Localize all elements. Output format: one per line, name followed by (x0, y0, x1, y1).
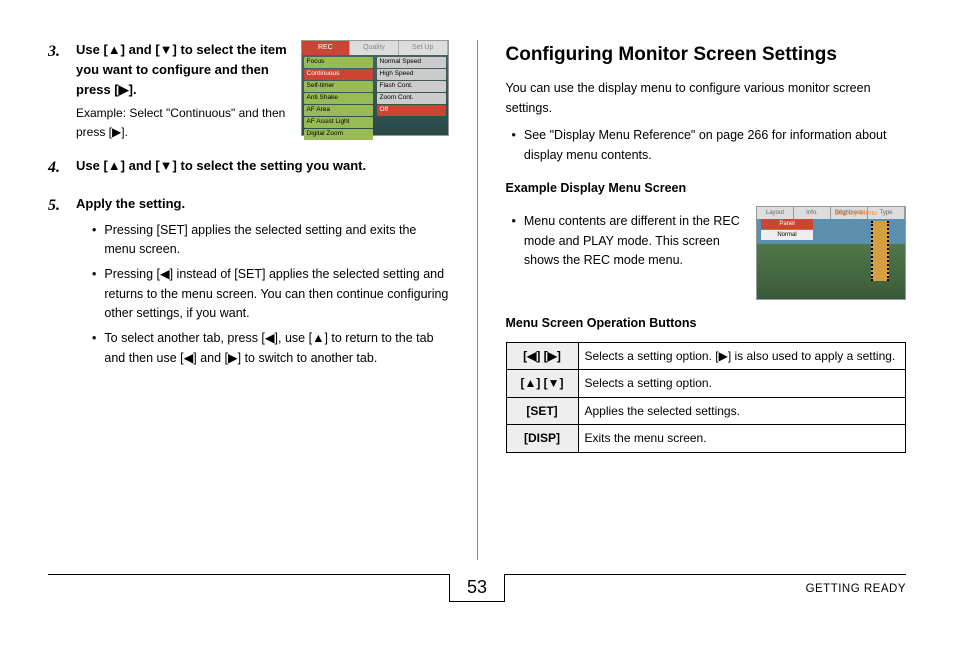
bullet-icon: • (92, 329, 96, 368)
step-number: 3. (48, 40, 66, 142)
page-content: 3. Use [▲] and [▼] to select the item yo… (0, 0, 954, 560)
step-4: 4. Use [▲] and [▼] to select the setting… (48, 156, 449, 181)
desc-disp: Exits the menu screen. (578, 425, 906, 453)
thumb1-tab-rec: REC (302, 41, 351, 55)
bullet-item: • Pressing [◀] instead of [SET] applies … (92, 265, 449, 323)
page-number: 53 (449, 574, 505, 602)
page-footer: 53 GETTING READY (48, 574, 906, 618)
up-triangle-icon: ▲ (108, 158, 121, 173)
film-strip-icon (871, 221, 889, 281)
bullet-icon: • (92, 221, 96, 260)
step-3-example: Example: Select "Continuous" and then pr… (76, 104, 289, 141)
operation-buttons-heading: Menu Screen Operation Buttons (506, 314, 907, 333)
step-5: 5. Apply the setting. • Pressing [SET] a… (48, 194, 449, 374)
bullet-icon: • (92, 265, 96, 323)
key-left-right: [◀] [▶] (506, 342, 578, 370)
footer-section-label: GETTING READY (806, 583, 906, 595)
table-row: [SET] Applies the selected settings. (506, 397, 906, 425)
display-menu-title: Display Menu (835, 209, 877, 220)
step-3-title: Use [▲] and [▼] to select the item you w… (76, 40, 289, 100)
desc-left-right: Selects a setting option. [▶] is also us… (578, 342, 906, 370)
left-triangle-icon: ◀ (265, 331, 275, 345)
step-number: 4. (48, 156, 66, 181)
desc-set: Applies the selected settings. (578, 397, 906, 425)
table-row: [DISP] Exits the menu screen. (506, 425, 906, 453)
down-triangle-icon: ▼ (160, 158, 173, 173)
up-triangle-icon: ▲ (312, 331, 324, 345)
right-column: Configuring Monitor Screen Settings You … (506, 40, 907, 560)
rec-menu-screenshot: REC Quality Set Up Focus Continuous Self… (301, 40, 449, 136)
step-5-title: Apply the setting. (76, 194, 449, 214)
down-triangle-icon: ▼ (160, 42, 173, 57)
bullet-item: • To select another tab, press [◀], use … (92, 329, 449, 368)
bullet-item: • Pressing [SET] applies the selected se… (92, 221, 449, 260)
step-3: 3. Use [▲] and [▼] to select the item yo… (48, 40, 449, 142)
table-row: [◀] [▶] Selects a setting option. [▶] is… (506, 342, 906, 370)
bullet-item: • Menu contents are different in the REC… (512, 212, 743, 270)
bullet-icon: • (512, 126, 516, 165)
left-triangle-icon: ◀ (184, 351, 194, 365)
thumb1-tab-quality: Quality (350, 41, 399, 55)
column-divider (477, 40, 478, 560)
operation-buttons-table: [◀] [▶] Selects a setting option. [▶] is… (506, 342, 907, 453)
step-number: 5. (48, 194, 66, 374)
right-triangle-icon: ▶ (719, 349, 728, 363)
right-triangle-icon: ▶ (112, 125, 121, 139)
left-column: 3. Use [▲] and [▼] to select the item yo… (48, 40, 449, 560)
key-set: [SET] (506, 397, 578, 425)
key-up-down: [▲] [▼] (506, 370, 578, 398)
section-title: Configuring Monitor Screen Settings (506, 40, 907, 69)
key-disp: [DISP] (506, 425, 578, 453)
table-row: [▲] [▼] Selects a setting option. (506, 370, 906, 398)
display-menu-screenshot: Layout Info. Brightness Type Display Men… (756, 206, 906, 300)
bullet-item: • See "Display Menu Reference" on page 2… (512, 126, 907, 165)
right-triangle-icon: ▶ (119, 82, 129, 97)
left-triangle-icon: ◀ (160, 267, 170, 281)
right-triangle-icon: ▶ (228, 351, 238, 365)
thumb1-tab-setup: Set Up (399, 41, 448, 55)
intro-paragraph: You can use the display menu to configur… (506, 79, 907, 118)
bullet-icon: • (512, 212, 516, 270)
up-triangle-icon: ▲ (108, 42, 121, 57)
desc-up-down: Selects a setting option. (578, 370, 906, 398)
step-4-title: Use [▲] and [▼] to select the setting yo… (76, 156, 449, 176)
example-heading: Example Display Menu Screen (506, 179, 907, 198)
